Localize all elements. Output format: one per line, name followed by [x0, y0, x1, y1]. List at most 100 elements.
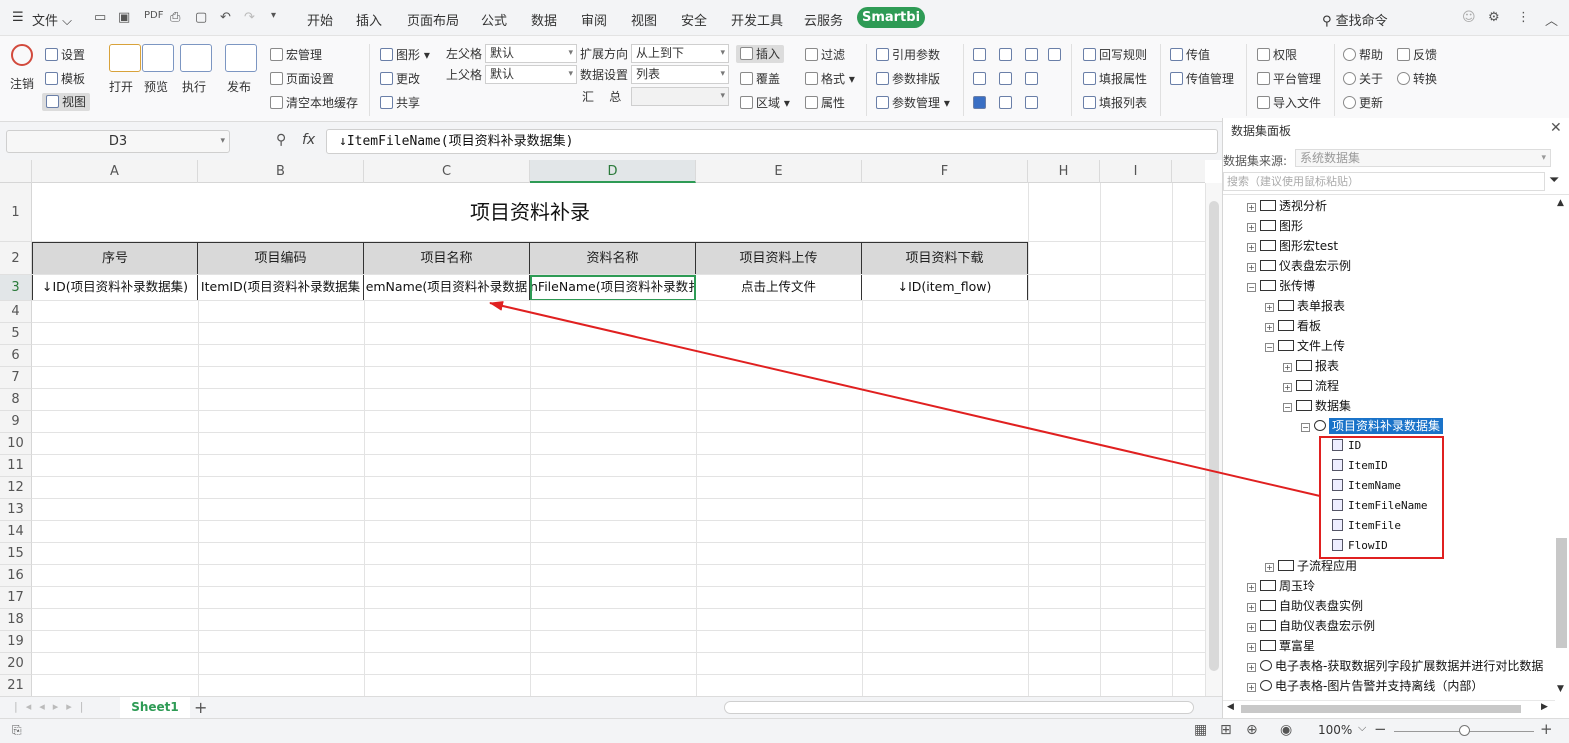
- row-header-1[interactable]: 1: [0, 183, 32, 242]
- gear-icon[interactable]: ⚙: [1488, 10, 1500, 25]
- row-header-10[interactable]: 10: [0, 433, 32, 455]
- update-button[interactable]: 更新: [1343, 95, 1383, 111]
- zoom-in-icon[interactable]: +: [1540, 720, 1553, 738]
- widget-dropdown-icon[interactable]: [999, 47, 1015, 63]
- row-header-16[interactable]: 16: [0, 565, 32, 587]
- macro-button[interactable]: 宏管理: [270, 47, 322, 63]
- expand-icon[interactable]: +: [1247, 643, 1256, 652]
- tree-folder-item[interactable]: + 覃富星: [1247, 636, 1315, 656]
- clear-cache-button[interactable]: 清空本地缓存: [270, 95, 358, 111]
- col-header-e[interactable]: E: [696, 160, 862, 183]
- col-header-d[interactable]: D: [530, 160, 696, 183]
- menu-developer[interactable]: 开发工具: [731, 10, 783, 29]
- row-header-13[interactable]: 13: [0, 499, 32, 521]
- left-parent-select[interactable]: 默认 ▾: [485, 44, 577, 63]
- expand-icon[interactable]: +: [1247, 263, 1256, 272]
- page-setup-button[interactable]: 页面设置: [270, 71, 334, 87]
- row-header-17[interactable]: 17: [0, 587, 32, 609]
- collapse-icon[interactable]: −: [1283, 403, 1292, 412]
- widget-tip-icon[interactable]: [973, 47, 989, 63]
- row-header-15[interactable]: 15: [0, 543, 32, 565]
- source-select[interactable]: 系统数据集 ▾: [1295, 149, 1551, 167]
- permission-button[interactable]: 权限: [1257, 47, 1297, 63]
- checkbox-widget-icon[interactable]: [973, 95, 989, 111]
- widget-input-icon[interactable]: [973, 71, 989, 87]
- collapse-ribbon-icon[interactable]: ︿: [1545, 10, 1558, 29]
- publish-icon[interactable]: [225, 44, 257, 72]
- row-header-7[interactable]: 7: [0, 367, 32, 389]
- tree-field-item[interactable]: ItemFileName: [1319, 496, 1427, 516]
- tree-folder-item[interactable]: − 数据集: [1283, 396, 1351, 416]
- scroll-down-icon[interactable]: ▼: [1557, 684, 1564, 694]
- tree-folder-item[interactable]: + 电子表格-获取数据列字段扩展数据并进行对比数据: [1247, 656, 1543, 676]
- convert-button[interactable]: 转换: [1397, 71, 1437, 87]
- scroll-up-icon[interactable]: ▲: [1557, 198, 1564, 208]
- open-folder-icon[interactable]: ▭: [94, 10, 106, 25]
- tree-folder-item[interactable]: + 表单报表: [1265, 296, 1345, 316]
- menu-review[interactable]: 审阅: [581, 10, 607, 29]
- col-header-i[interactable]: I: [1100, 160, 1172, 183]
- template-button[interactable]: 模板: [45, 71, 85, 87]
- fx-icon[interactable]: fx: [302, 132, 315, 148]
- tree-folder-item[interactable]: + 流程: [1283, 376, 1339, 396]
- export-pdf-icon[interactable]: PDF: [144, 10, 163, 21]
- macro-record-icon[interactable]: ⎘: [12, 723, 22, 738]
- expand-icon[interactable]: +: [1283, 383, 1292, 392]
- expand-icon[interactable]: +: [1247, 683, 1256, 692]
- zoom-level[interactable]: 100%: [1318, 723, 1352, 737]
- region-button[interactable]: 区域 ▾: [740, 95, 790, 111]
- tree-folder-item[interactable]: + 自助仪表盘实例: [1247, 596, 1363, 616]
- change-button[interactable]: 更改: [380, 71, 420, 87]
- menu-cloud[interactable]: 云服务: [804, 10, 843, 29]
- header-cell-download[interactable]: 项目资料下载: [862, 242, 1028, 275]
- execute-icon[interactable]: [180, 44, 212, 72]
- row-header-3[interactable]: 3: [0, 275, 32, 301]
- graphic-button[interactable]: 图形 ▾: [380, 47, 430, 63]
- widget-text-icon[interactable]: [1048, 47, 1064, 63]
- report-title[interactable]: 项目资料补录: [32, 183, 1028, 242]
- tree-folder-item[interactable]: + 电子表格-图片告警并支持离线（内部）: [1247, 676, 1483, 696]
- tree-folder-item[interactable]: + 周玉玲: [1247, 576, 1315, 596]
- writeback-rule-button[interactable]: 回写规则: [1083, 47, 1147, 63]
- format-button[interactable]: 格式 ▾: [805, 71, 855, 87]
- tree-folder-item[interactable]: + 透视分析: [1247, 196, 1327, 216]
- col-header-a[interactable]: A: [32, 160, 198, 183]
- pass-value-mgmt-button[interactable]: 传值管理: [1170, 71, 1234, 87]
- col-header-b[interactable]: B: [198, 160, 364, 183]
- row-header-21[interactable]: 21: [0, 675, 32, 697]
- tree-field-item[interactable]: ItemFile: [1319, 516, 1401, 536]
- tree-dataset-item[interactable]: − 项目资料补录数据集: [1301, 416, 1444, 436]
- tree-folder-item[interactable]: + 看板: [1265, 316, 1321, 336]
- header-cell-item-code[interactable]: 项目编码: [198, 242, 364, 275]
- tree-hscroll-thumb[interactable]: [1241, 705, 1521, 713]
- platform-mgmt-button[interactable]: 平台管理: [1257, 71, 1321, 87]
- tree-field-item[interactable]: ItemID: [1319, 456, 1388, 476]
- tree-folder-item[interactable]: + 仪表盘宏示例: [1247, 256, 1351, 276]
- reading-mode-icon[interactable]: ⊕: [1246, 722, 1258, 738]
- zoom-lookup-icon[interactable]: ⚲: [276, 132, 286, 148]
- top-parent-select[interactable]: 默认 ▾: [485, 65, 577, 84]
- preview-button[interactable]: 预览: [144, 78, 168, 95]
- menu-data[interactable]: 数据: [531, 10, 557, 29]
- view-button[interactable]: 视图: [42, 93, 91, 111]
- print-icon[interactable]: ⎙: [170, 10, 180, 25]
- tab-nav-arrows-icon[interactable]: |◂◂▸▸|: [14, 700, 92, 713]
- expand-icon[interactable]: +: [1247, 603, 1256, 612]
- feedback-button[interactable]: 反馈: [1397, 47, 1437, 63]
- import-file-button[interactable]: 导入文件: [1257, 95, 1321, 111]
- fill-list-button[interactable]: 填报列表: [1083, 95, 1147, 111]
- publish-button[interactable]: 发布: [227, 78, 251, 95]
- tree-folder-item[interactable]: + 子流程应用: [1265, 556, 1357, 576]
- horizontal-scrollbar[interactable]: [724, 701, 1194, 714]
- hamburger-icon[interactable]: ☰: [12, 10, 24, 25]
- row-header-8[interactable]: 8: [0, 389, 32, 411]
- expand-icon[interactable]: +: [1247, 663, 1256, 672]
- param-layout-button[interactable]: 参数排版: [876, 71, 940, 87]
- expand-icon[interactable]: +: [1247, 223, 1256, 232]
- settings-button[interactable]: 设置: [45, 47, 85, 63]
- row-header-19[interactable]: 19: [0, 631, 32, 653]
- widget-box-icon[interactable]: [1025, 71, 1041, 87]
- expand-icon[interactable]: +: [1265, 563, 1274, 572]
- data-cell-b3[interactable]: ItemID(项目资料补录数据集: [198, 275, 364, 301]
- scroll-left-icon[interactable]: ◀: [1227, 702, 1234, 712]
